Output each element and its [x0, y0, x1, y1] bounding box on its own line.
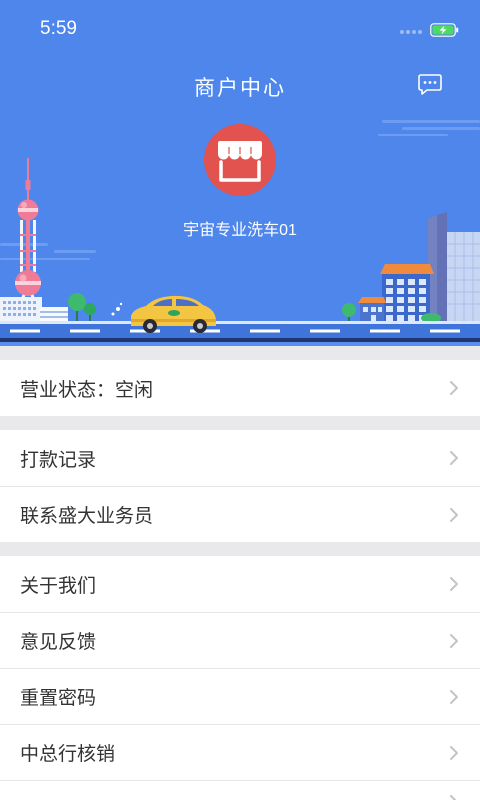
row-label: 打款记录 [20, 449, 97, 471]
chevron-right-icon [450, 508, 458, 522]
message-button[interactable] [417, 73, 443, 97]
menu-list: 营业状态：空闲 打款记录 联系盛大业务员 关于我们 意见反馈 重置密码 中总行核… [0, 346, 480, 800]
menu-group-settings: 关于我们 意见反馈 重置密码 中总行核销 [0, 556, 480, 800]
trees-left [68, 293, 96, 322]
merchant-header: 5:59 商户中心 宇宙专业洗车01 [0, 0, 480, 346]
store-icon [218, 141, 262, 182]
feedback-row[interactable]: 意见反馈 [0, 612, 480, 668]
left-buildings [0, 297, 68, 323]
row-label: 营业状态：空闲 [20, 379, 154, 401]
message-icon [418, 74, 442, 95]
contact-salesperson-row[interactable]: 联系盛大业务员 [0, 486, 480, 542]
business-status-row[interactable]: 营业状态：空闲 [0, 360, 480, 416]
road [0, 321, 480, 346]
battery-charging-icon [430, 23, 459, 37]
row-label: 重置密码 [20, 688, 97, 709]
chevron-right-icon [450, 795, 456, 800]
signal-dots-icon [400, 30, 422, 34]
chevron-right-icon [450, 451, 458, 465]
row-label: 中总行核销 [20, 744, 116, 765]
row-label: 意见反馈 [20, 632, 97, 653]
chevron-right-icon [450, 690, 458, 704]
chevron-right-icon [450, 577, 458, 591]
reset-password-row[interactable]: 重置密码 [0, 668, 480, 724]
chevron-right-icon [450, 746, 458, 760]
row-label: 关于我们 [20, 575, 97, 597]
payment-records-row[interactable]: 打款记录 [0, 430, 480, 486]
head-office-verification-row[interactable]: 中总行核销 [0, 724, 480, 780]
menu-group-finance: 打款记录 联系盛大业务员 [0, 430, 480, 542]
status-time: 5:59 [40, 18, 77, 39]
chevron-right-icon [450, 381, 458, 395]
about-us-row[interactable]: 关于我们 [0, 556, 480, 612]
menu-group-status: 营业状态：空闲 [0, 360, 480, 416]
page-title: 商户中心 [194, 77, 286, 100]
chevron-right-icon [450, 634, 458, 648]
store-name: 宇宙专业洗车01 [183, 222, 297, 239]
row-label: 联系盛大业务员 [20, 506, 154, 527]
exhaust-puffs [111, 302, 123, 316]
partial-row[interactable] [0, 780, 480, 800]
store-avatar [204, 124, 276, 196]
